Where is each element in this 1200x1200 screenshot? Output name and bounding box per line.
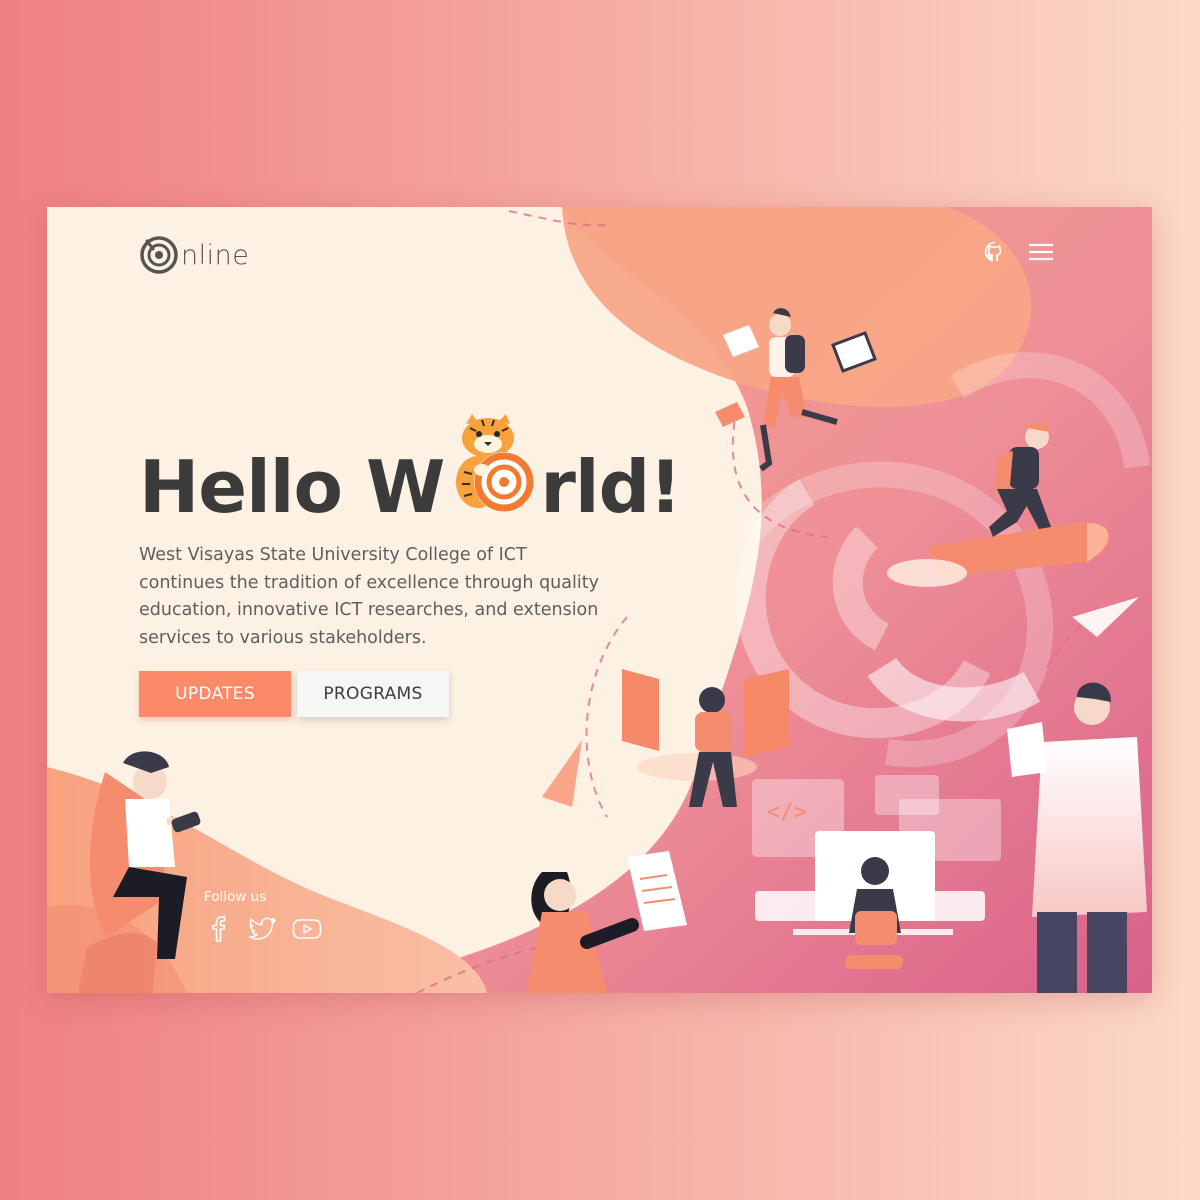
- tiger-mascot-logo: [456, 414, 535, 512]
- top-navigation: [980, 237, 1056, 267]
- youtube-icon[interactable]: [292, 915, 322, 943]
- hero-title-part2: rld!: [540, 445, 682, 529]
- logo-mark-icon: [140, 236, 178, 274]
- social-links: [204, 915, 322, 943]
- updates-button[interactable]: UPDATES: [139, 671, 291, 717]
- hero-title-part1: Hello W: [139, 445, 445, 529]
- twitter-icon[interactable]: [248, 915, 278, 943]
- follow-us-label: Follow us: [204, 889, 267, 905]
- paper-plane-left: [542, 740, 582, 807]
- hamburger-menu-icon[interactable]: [1026, 237, 1056, 267]
- landing-page-card: </> nline Hello W rld! West Visayas Stat…: [47, 207, 1152, 993]
- brand-logo[interactable]: nline: [139, 235, 249, 275]
- hero-title: Hello W rld!: [139, 414, 682, 529]
- hero-description: West Visayas State University College of…: [139, 545, 599, 648]
- facebook-icon[interactable]: [204, 915, 234, 943]
- logo-text: nline: [181, 239, 250, 271]
- follow-us-section: Follow us: [204, 889, 322, 943]
- programs-button[interactable]: PROGRAMS: [297, 671, 449, 717]
- github-icon[interactable]: [980, 237, 1010, 267]
- svg-text:</>: </>: [767, 800, 807, 825]
